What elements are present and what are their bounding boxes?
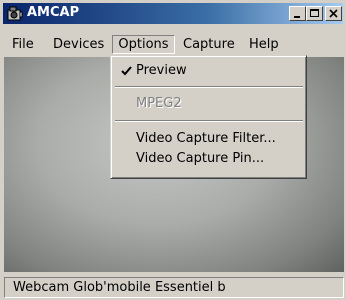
menu-item-mpeg2: MPEG2 xyxy=(114,94,303,114)
status-bar: Webcam Glob'mobile Essentiel b xyxy=(4,277,344,298)
minimize-icon xyxy=(294,16,300,18)
maximize-icon xyxy=(310,9,319,17)
close-icon xyxy=(329,9,338,18)
menu-options[interactable]: Options xyxy=(112,35,175,54)
menu-item-preview[interactable]: Preview xyxy=(114,61,303,81)
menu-item-video-capture-pin[interactable]: Video Capture Pin... xyxy=(114,149,303,169)
checkmark-icon xyxy=(121,66,132,76)
menu-devices[interactable]: Devices xyxy=(53,35,104,54)
menu-item-label: MPEG2 xyxy=(136,96,182,111)
title-bar[interactable]: AMCAP xyxy=(3,3,343,24)
amcap-window: AMCAP File Devices Options Capture Help … xyxy=(0,0,346,300)
status-text: Webcam Glob'mobile Essentiel b xyxy=(13,280,226,295)
window-title: AMCAP xyxy=(27,5,80,20)
close-button[interactable] xyxy=(325,6,342,21)
menu-separator xyxy=(115,120,303,122)
menu-separator xyxy=(115,86,303,88)
menu-help[interactable]: Help xyxy=(249,35,279,54)
menu-item-label: Video Capture Pin... xyxy=(136,151,265,166)
minimize-button[interactable] xyxy=(289,6,306,21)
menu-item-video-capture-filter[interactable]: Video Capture Filter... xyxy=(114,129,303,149)
menu-bar: File Devices Options Capture Help xyxy=(3,35,343,54)
menu-capture[interactable]: Capture xyxy=(183,35,235,54)
menu-item-label: Video Capture Filter... xyxy=(136,131,276,146)
maximize-button[interactable] xyxy=(306,6,323,21)
menu-file[interactable]: File xyxy=(12,35,34,54)
camera-app-icon xyxy=(7,6,23,21)
menu-item-label: Preview xyxy=(136,63,187,78)
options-dropdown-menu: Preview MPEG2 Video Capture Filter... Vi… xyxy=(110,55,307,179)
